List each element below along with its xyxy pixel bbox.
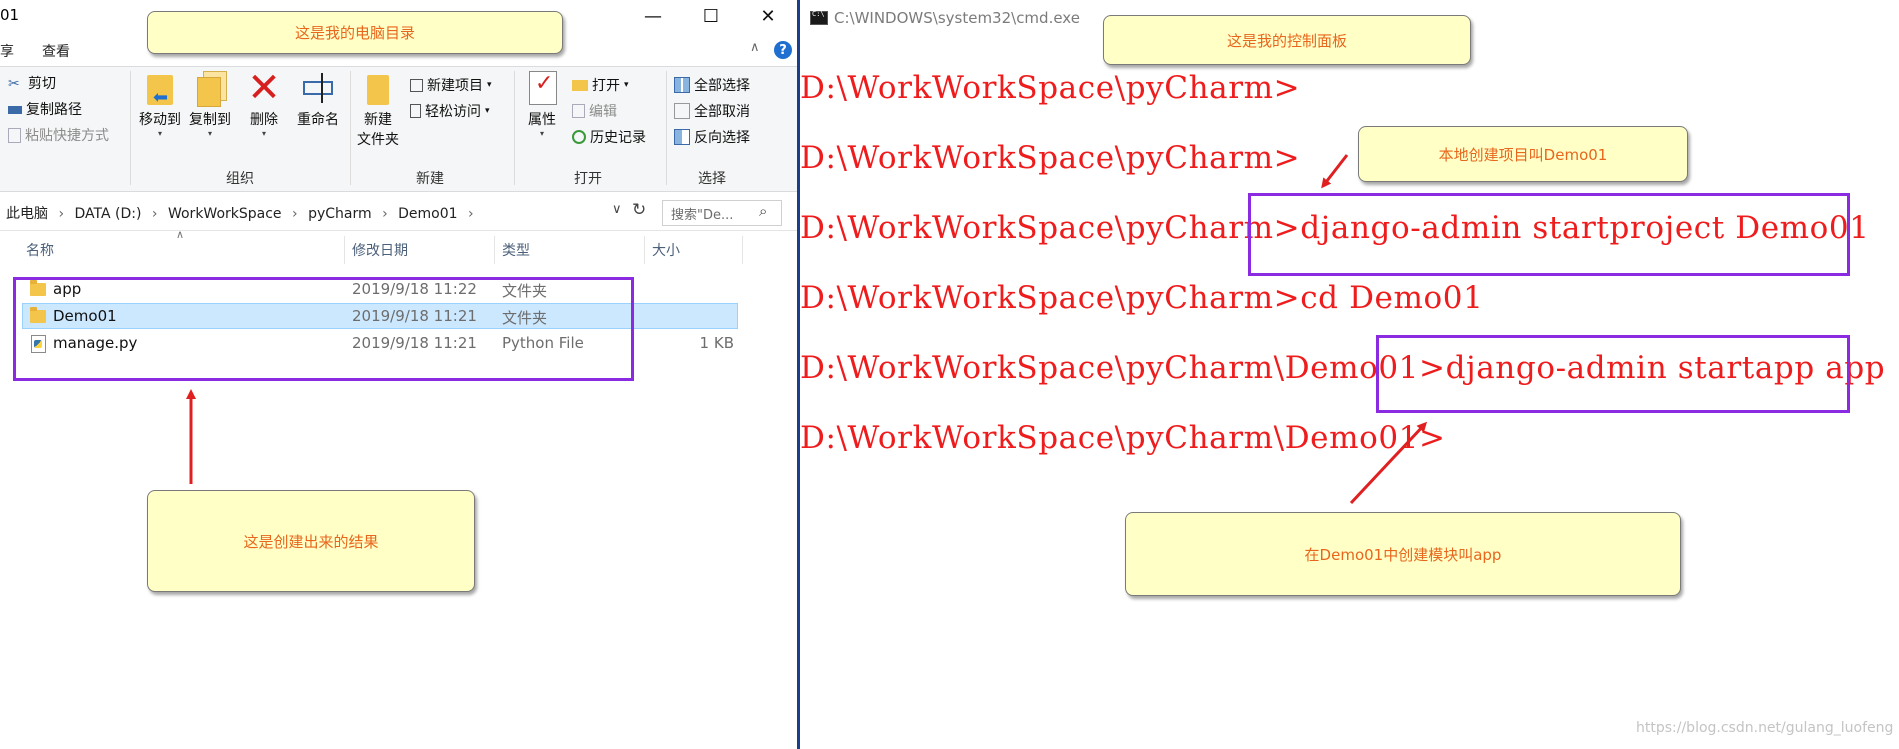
watermark: https://blog.csdn.net/gulang_luofeng [1636, 720, 1894, 736]
arrow-to-startapp [1349, 421, 1428, 505]
arrow-layer [186, 154, 1428, 505]
arrow-to-startproject [1321, 154, 1349, 189]
